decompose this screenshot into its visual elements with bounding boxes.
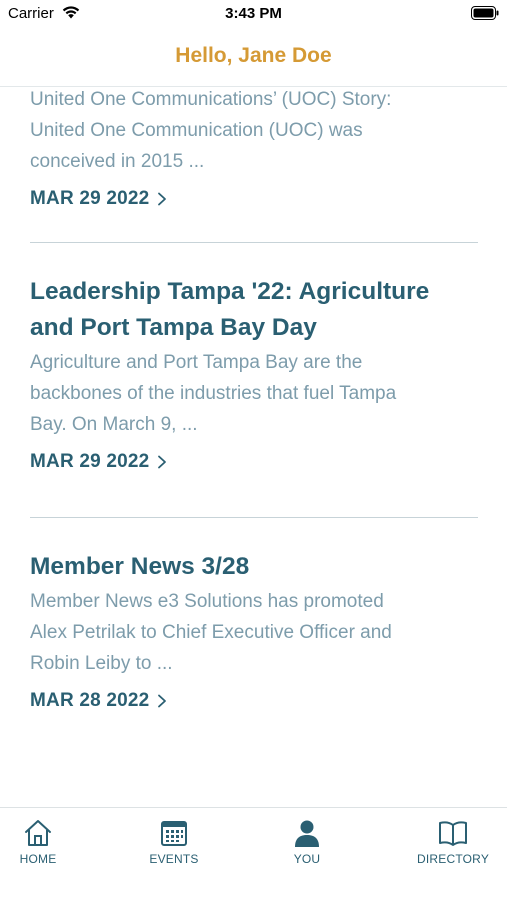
excerpt-line: conceived in 2015 ... [30, 151, 205, 172]
excerpt-line: backbones of the industries that fuel Ta… [30, 383, 397, 404]
article-date: MAR 28 2022 [30, 690, 150, 711]
excerpt-line: Member News e3 Solutions has promoted [30, 591, 384, 612]
chevron-right-icon [158, 455, 167, 469]
news-item[interactable]: Member News 3/28 Member News e3 Solution… [30, 549, 478, 712]
title-line: and Port Tampa Bay Day [30, 314, 317, 341]
article-title[interactable]: Member News 3/28 [30, 549, 478, 585]
article-date: MAR 29 2022 [30, 188, 150, 209]
excerpt-line: Agriculture and Port Tampa Bay are the [30, 352, 363, 373]
excerpt-line: Robin Leiby to ... [30, 653, 173, 674]
tab-label: HOME [19, 852, 57, 866]
tab-label: EVENTS [149, 852, 199, 866]
news-feed[interactable]: United One Communications’ (UOC) Story: … [0, 87, 507, 807]
book-icon [439, 821, 467, 846]
article-date-link[interactable]: MAR 29 2022 [30, 451, 167, 473]
excerpt-line: United One Communication (UOC) was [30, 120, 363, 141]
title-line: Member News 3/28 [30, 553, 250, 580]
calendar-icon [161, 821, 187, 846]
chevron-right-icon [158, 694, 167, 708]
greeting-title: Hello, Jane Doe [175, 44, 332, 67]
article-date-link[interactable]: MAR 29 2022 [30, 188, 167, 210]
tab-home[interactable]: HOME [17, 818, 59, 866]
tab-you[interactable]: YOU [289, 818, 325, 866]
tab-bar: HOME EVENTS YOU DIRECTORY [0, 807, 507, 901]
article-excerpt: Member News e3 Solutions has promoted Al… [30, 586, 478, 679]
news-item[interactable]: United One Communications’ (UOC) Story: … [30, 87, 478, 210]
title-line: Leadership Tampa '22: Agriculture [30, 278, 430, 305]
status-time: 3:43 PM [225, 5, 282, 22]
excerpt-line: United One Communications’ (UOC) Story: [30, 89, 392, 110]
tab-directory[interactable]: DIRECTORY [417, 818, 489, 866]
excerpt-line: Bay. On March 9, ... [30, 414, 198, 435]
app-header: Hello, Jane Doe [0, 36, 507, 87]
chevron-right-icon [158, 192, 167, 206]
divider [30, 242, 478, 243]
tab-events[interactable]: EVENTS [148, 818, 200, 866]
article-date-link[interactable]: MAR 28 2022 [30, 690, 167, 712]
status-bar: Carrier 3:43 PM [0, 0, 507, 30]
tab-label: DIRECTORY [416, 852, 490, 866]
news-item[interactable]: Leadership Tampa '22: Agriculture and Po… [30, 274, 478, 473]
divider [30, 517, 478, 518]
article-date: MAR 29 2022 [30, 451, 150, 472]
person-icon [295, 820, 319, 847]
article-title[interactable]: Leadership Tampa '22: Agriculture and Po… [30, 274, 478, 346]
tab-label: YOU [293, 852, 321, 866]
article-excerpt: Agriculture and Port Tampa Bay are the b… [30, 347, 478, 440]
home-icon [25, 820, 51, 846]
article-excerpt: United One Communications’ (UOC) Story: … [30, 87, 478, 177]
battery-icon [471, 6, 499, 20]
excerpt-line: Alex Petrilak to Chief Executive Officer… [30, 622, 392, 643]
